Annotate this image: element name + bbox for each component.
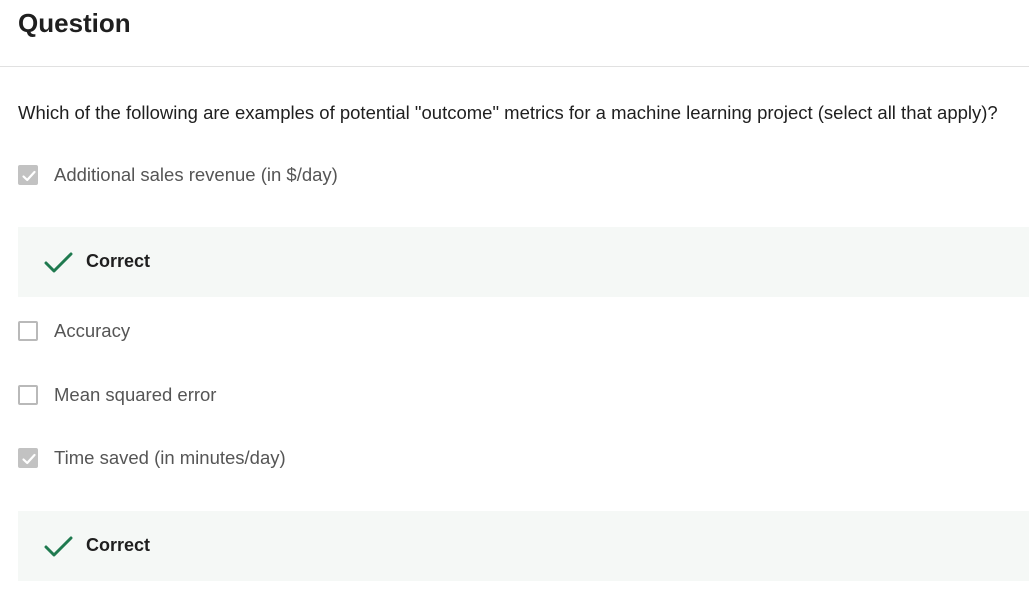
feedback-correct: Correct [18,227,1029,297]
option-time-saved[interactable]: Time saved (in minutes/day) [18,446,286,470]
checkbox-unchecked[interactable] [18,321,38,341]
option-label: Accuracy [54,320,131,341]
checkmark-icon [44,536,73,557]
feedback-correct: Correct [18,511,1029,581]
question-header: Question [0,0,1029,67]
question-prompt: Which of the following are examples of p… [18,102,998,123]
option-additional-sales-revenue[interactable]: Additional sales revenue (in $/day) [18,163,338,187]
checkbox-checked[interactable] [18,448,38,468]
feedback-label: Correct [86,251,151,271]
option-label: Mean squared error [54,384,217,405]
check-icon [22,453,36,465]
checkmark-icon [44,252,73,273]
option-accuracy[interactable]: Accuracy [18,319,130,343]
option-label: Additional sales revenue (in $/day) [54,164,338,185]
feedback-label: Correct [86,535,151,555]
option-label: Time saved (in minutes/day) [54,447,286,468]
checkbox-unchecked[interactable] [18,385,38,405]
option-mean-squared-error[interactable]: Mean squared error [18,383,216,407]
page-title: Question [18,8,131,38]
checkbox-checked[interactable] [18,165,38,185]
check-icon [22,170,36,182]
